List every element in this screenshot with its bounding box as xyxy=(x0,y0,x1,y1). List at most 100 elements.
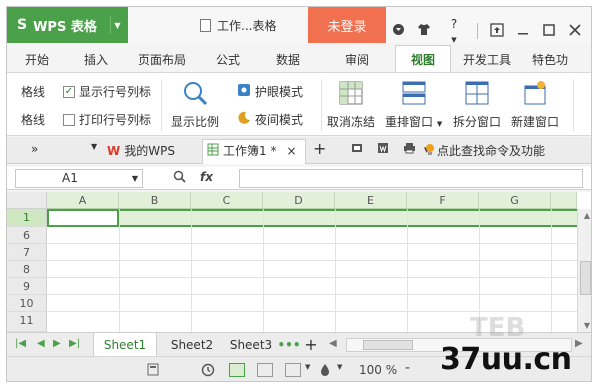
next-sheet-icon[interactable]: ▶ xyxy=(53,338,61,349)
tab-data[interactable]: 数据 xyxy=(257,45,319,73)
select-all-corner[interactable] xyxy=(7,192,47,209)
quick-tools: ▼ xyxy=(351,142,429,157)
window-icon[interactable] xyxy=(351,142,363,157)
shirt-icon[interactable] xyxy=(417,23,431,39)
horizontal-scroll-thumb[interactable] xyxy=(363,340,413,350)
column-header-a[interactable]: A xyxy=(47,192,119,209)
tab-view[interactable]: 视图 xyxy=(395,45,451,73)
unfreeze-button[interactable]: 取消冻结 xyxy=(327,79,375,130)
column-header-c[interactable]: C xyxy=(191,192,263,209)
tab-insert[interactable]: 插入 xyxy=(67,45,125,73)
calculator-icon[interactable] xyxy=(147,363,159,376)
row-gridline xyxy=(47,260,577,261)
insert-function-button[interactable]: fx xyxy=(200,170,213,186)
night-mode-button[interactable]: 夜间模式 xyxy=(237,111,303,128)
tab-special[interactable]: 特色功 xyxy=(523,45,577,73)
name-box[interactable]: A1 ▼ xyxy=(15,169,143,188)
more-sheets-button[interactable]: ••• xyxy=(278,333,301,356)
document-title-text: 工作...表格 xyxy=(217,19,277,33)
add-sheet-button[interactable]: + xyxy=(303,333,319,356)
wps-app-menu-button[interactable]: S WPS 表格 ▼ xyxy=(7,7,128,43)
prev-sheet-icon[interactable]: ◀ xyxy=(37,338,45,349)
first-sheet-icon[interactable]: |◀ xyxy=(15,338,26,349)
new-tab-button[interactable]: + xyxy=(313,139,326,158)
eye-mode-button[interactable]: 护眼模式 xyxy=(237,83,303,100)
row-header-9[interactable]: 9 xyxy=(7,278,47,295)
column-header-b[interactable]: B xyxy=(119,192,191,209)
active-cell[interactable] xyxy=(47,209,119,227)
my-wps-tab[interactable]: W 我的WPS xyxy=(107,142,175,159)
scroll-up-icon[interactable]: ▲ xyxy=(584,211,590,220)
tab-page-layout[interactable]: 页面布局 xyxy=(125,45,199,73)
row-header-11[interactable]: 11 xyxy=(7,312,47,332)
command-search[interactable]: 点此查找命令及功能 xyxy=(425,142,545,159)
sheet-tab-2[interactable]: Sheet2 xyxy=(159,333,225,356)
scroll-left-icon[interactable]: ◀ xyxy=(329,338,337,349)
column-header-partial[interactable] xyxy=(551,192,577,209)
column-gridline xyxy=(551,209,552,332)
split-window-button[interactable]: 拆分窗口 xyxy=(453,79,501,130)
gridlines-option[interactable]: 格线 xyxy=(21,83,45,100)
reading-view-button[interactable] xyxy=(285,363,301,377)
page-break-view-button[interactable] xyxy=(257,363,273,377)
workbook-tab-content[interactable]: 工作簿1 * × xyxy=(207,142,297,159)
history-icon[interactable] xyxy=(201,363,215,377)
sheet-tab-1[interactable]: Sheet1 xyxy=(93,333,157,356)
skin-icon[interactable] xyxy=(391,23,405,39)
formula-input[interactable] xyxy=(239,169,583,188)
chevron-down-icon[interactable]: ▼ xyxy=(110,16,124,34)
close-icon[interactable] xyxy=(568,23,582,39)
print-rowcol-checkbox[interactable]: 打印行号列标 xyxy=(63,111,151,128)
upload-icon[interactable] xyxy=(490,22,504,40)
column-header-g[interactable]: G xyxy=(479,192,551,209)
row-header-10[interactable]: 10 xyxy=(7,295,47,312)
minimize-icon[interactable] xyxy=(516,24,530,39)
document-w-icon[interactable] xyxy=(377,142,389,157)
normal-view-button[interactable] xyxy=(229,363,245,377)
lightbulb-icon xyxy=(425,143,435,159)
maximize-icon[interactable] xyxy=(542,23,556,39)
spreadsheet-grid[interactable]: A B C D E F G 1 6 7 8 9 10 11 ▲ ▼ xyxy=(7,192,591,332)
document-icon xyxy=(200,19,211,32)
last-sheet-icon[interactable]: ▶| xyxy=(69,338,80,349)
eye-mode-label: 护眼模式 xyxy=(255,85,304,99)
chevron-down-icon[interactable]: ▼ xyxy=(305,363,310,371)
row-header-8[interactable]: 8 xyxy=(7,261,47,278)
print-icon[interactable] xyxy=(403,142,416,157)
login-button[interactable]: 未登录 xyxy=(308,7,386,43)
sheet-tab-3[interactable]: Sheet3 xyxy=(225,333,277,356)
wps-w-icon: W xyxy=(107,143,121,158)
print-gridlines-option[interactable]: 格线 xyxy=(21,111,45,128)
zoom-button[interactable]: 显示比例 xyxy=(171,79,219,130)
tab-developer[interactable]: 开发工具 xyxy=(451,45,523,73)
night-mode-label: 夜间模式 xyxy=(255,113,304,127)
zoom-out-button[interactable]: - xyxy=(405,360,410,376)
tab-review[interactable]: 审阅 xyxy=(319,45,395,73)
column-header-d[interactable]: D xyxy=(263,192,335,209)
row-header-1[interactable]: 1 xyxy=(7,209,47,227)
search-formula-icon[interactable] xyxy=(173,170,186,186)
eye-protection-status-icon[interactable] xyxy=(319,363,331,377)
chevron-down-icon[interactable]: ▼ xyxy=(337,363,342,371)
vertical-scroll-thumb[interactable] xyxy=(580,261,591,295)
new-window-button[interactable]: 新建窗口 xyxy=(511,79,559,130)
wps-app-label: WPS 表格 xyxy=(33,19,97,35)
show-rowcol-checkbox[interactable]: ✓ 显示行号列标 xyxy=(63,83,151,100)
scroll-down-icon[interactable]: ▼ xyxy=(584,321,590,330)
tab-start[interactable]: 开始 xyxy=(7,45,67,73)
rearrange-window-button[interactable]: 重排窗口 ▼ xyxy=(385,79,442,130)
chevron-down-icon[interactable]: ▼ xyxy=(91,142,97,151)
tab-formulas[interactable]: 公式 xyxy=(199,45,257,73)
row-header-7[interactable]: 7 xyxy=(7,244,47,261)
expand-tabs-button[interactable]: » xyxy=(31,142,38,156)
vertical-scrollbar[interactable]: ▲ ▼ xyxy=(577,209,591,332)
help-icon[interactable]: ?▼ xyxy=(443,17,465,45)
close-tab-icon[interactable]: × xyxy=(286,144,296,158)
freeze-panes-icon xyxy=(337,79,365,107)
column-header-f[interactable]: F xyxy=(407,192,479,209)
scroll-right-icon[interactable]: ▶ xyxy=(575,338,583,349)
column-header-e[interactable]: E xyxy=(335,192,407,209)
row-header-6[interactable]: 6 xyxy=(7,227,47,244)
row-gridline xyxy=(47,294,577,295)
zoom-value[interactable]: 100 % xyxy=(359,363,397,377)
